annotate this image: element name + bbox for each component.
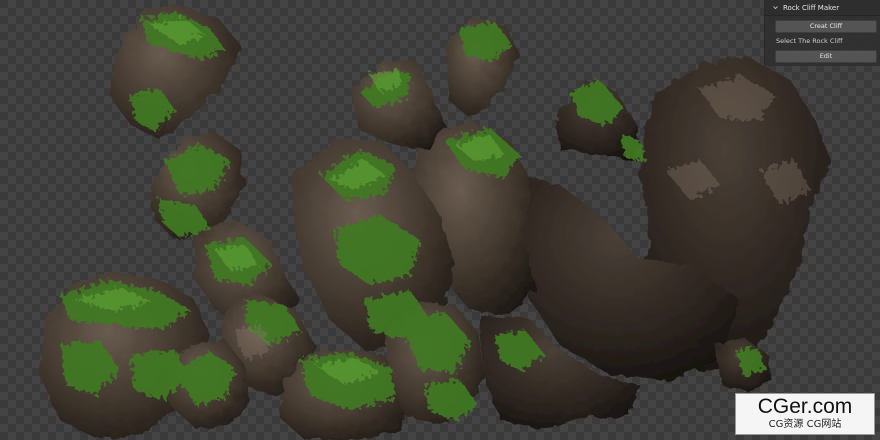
rock-cliff-maker-panel: Rock Cliff Maker Creat Cliff Select The … [764, 0, 880, 66]
watermark-sub: CG资源 CG网站 [768, 419, 842, 430]
select-rock-cliff-label: Select The Rock Cliff [776, 37, 843, 45]
panel-header[interactable]: Rock Cliff Maker [765, 0, 880, 16]
watermark-main: CGer.com [757, 395, 853, 418]
3d-viewport[interactable] [0, 0, 880, 440]
create-cliff-button[interactable]: Creat Cliff [775, 20, 877, 33]
panel-title: Rock Cliff Maker [783, 3, 840, 12]
chevron-down-icon[interactable] [773, 5, 778, 10]
watermark: CGer.com CG资源 CG网站 [735, 393, 875, 435]
rock-cliff-scene [40, 5, 830, 440]
edit-button[interactable]: Edit [775, 50, 877, 63]
